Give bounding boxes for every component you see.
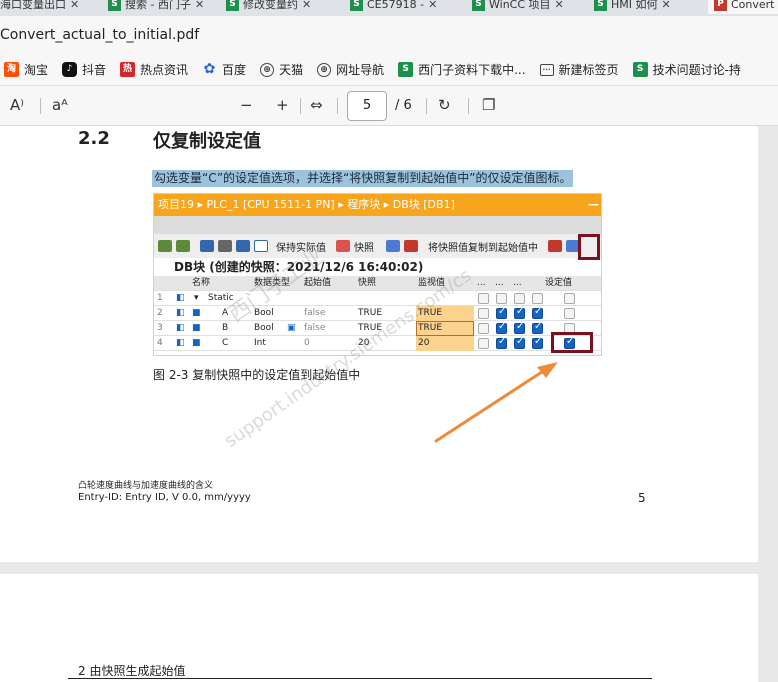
siemens-icon: S bbox=[350, 0, 363, 11]
favorite-label: 西门子资料下载中... bbox=[418, 63, 526, 77]
header-rule bbox=[68, 678, 652, 679]
toolbar-divider bbox=[426, 98, 427, 114]
favorite-label: 新建标签页 bbox=[558, 63, 619, 77]
favorite-item[interactable]: 淘淘宝 bbox=[4, 61, 48, 78]
zoom-in-button[interactable]: + bbox=[276, 96, 289, 114]
favorite-item[interactable]: S 西门子资料下载中... bbox=[398, 61, 526, 78]
favorite-item[interactable]: ··· 新建标签页 bbox=[539, 61, 619, 78]
news-icon: 热 bbox=[120, 62, 136, 77]
fit-width-button[interactable]: ⇔ bbox=[310, 96, 323, 114]
favorite-item[interactable]: 热热点资讯 bbox=[120, 61, 188, 78]
globe-icon: ⊕ bbox=[317, 62, 332, 77]
favorite-item[interactable]: S 技术问题讨论-持 bbox=[632, 61, 741, 78]
favorite-item[interactable]: ⊕ 天猫 bbox=[260, 61, 303, 78]
favorite-item[interactable]: ⊕ 网址导航 bbox=[317, 61, 384, 78]
siemens-icon: S bbox=[472, 0, 485, 11]
running-header: 2 由快照生成起始值 bbox=[78, 664, 186, 678]
browser-tab[interactable]: S HMI 如何 ✕ bbox=[594, 0, 671, 14]
close-icon[interactable]: ✕ bbox=[195, 0, 204, 11]
document-title-bar: Convert_actual_to_initial.pdf bbox=[0, 16, 778, 54]
page-view-button[interactable]: ❐ bbox=[482, 96, 495, 114]
favorite-label: 抖音 bbox=[82, 63, 107, 77]
close-icon[interactable]: ✕ bbox=[428, 0, 437, 11]
browser-tab[interactable]: S 搜索 - 西门子 ✕ bbox=[108, 0, 204, 14]
footer-entry-id: Entry-ID: Entry ID, V 0.0, mm/yyyy bbox=[78, 492, 251, 503]
text-options-button[interactable]: aᴬ bbox=[52, 96, 68, 114]
read-aloud-button[interactable]: A⁾ bbox=[10, 96, 24, 114]
favorite-label: 网址导航 bbox=[336, 63, 385, 77]
favorite-label: 淘宝 bbox=[24, 63, 49, 77]
newtab-icon: ··· bbox=[539, 63, 554, 76]
browser-tab[interactable]: S WinCC 项目 ✕ bbox=[472, 0, 564, 14]
pdf-page: 2 由快照生成起始值 bbox=[0, 574, 758, 682]
pdf-toolbar: A⁾ aᴬ − + ⇔ 5 / 6 ↻ ❐ bbox=[0, 86, 778, 126]
taobao-icon: 淘 bbox=[4, 62, 19, 77]
browser-tab-active[interactable]: P Convert bbox=[708, 0, 778, 14]
footer-title: 凸轮速度曲线与加速度曲线的含义 bbox=[78, 481, 214, 491]
pdf-viewer[interactable]: 2.2 仅复制设定值 勾选变量“C”的设定值选项，并选择“将快照复制到起始值中”… bbox=[0, 126, 778, 682]
siemens-icon: S bbox=[632, 62, 648, 77]
document-title: Convert_actual_to_initial.pdf bbox=[0, 27, 200, 43]
globe-icon: ⊕ bbox=[260, 62, 275, 77]
close-icon[interactable]: ✕ bbox=[555, 0, 564, 11]
tab-label: 海口变量出口 bbox=[0, 0, 66, 11]
tab-label: 搜索 - 西门子 bbox=[125, 0, 191, 11]
pdf-page: 2.2 仅复制设定值 勾选变量“C”的设定值选项，并选择“将快照复制到起始值中”… bbox=[0, 126, 758, 562]
favorite-label: 天猫 bbox=[279, 63, 304, 77]
close-icon[interactable]: ✕ bbox=[70, 0, 79, 11]
siemens-icon: S bbox=[226, 0, 239, 11]
tab-label: 修改变量约 bbox=[243, 0, 298, 11]
page-number-input[interactable]: 5 bbox=[347, 91, 387, 121]
siemens-icon: S bbox=[108, 0, 121, 11]
toolbar-divider bbox=[40, 98, 41, 114]
browser-tab[interactable]: S CE57918 - ✕ bbox=[350, 0, 437, 14]
browser-tab-strip: 海口变量出口 ✕ S 搜索 - 西门子 ✕ S 修改变量约 ✕ S CE57918 - ✕ S… bbox=[0, 0, 778, 16]
tab-label: WinCC 项目 bbox=[489, 0, 551, 11]
favorite-item[interactable]: ♪ 抖音 bbox=[62, 61, 106, 78]
browser-tab[interactable]: 海口变量出口 ✕ bbox=[0, 0, 79, 14]
favorite-label: 技术问题讨论-持 bbox=[652, 63, 741, 77]
siemens-icon: S bbox=[594, 0, 607, 11]
favorites-bar: 淘淘宝 ♪ 抖音 热热点资讯 ✿ 百度 ⊕ 天猫 ⊕ 网址导航 S 西门子资料下载中...… bbox=[0, 54, 778, 86]
page-total: / 6 bbox=[395, 98, 412, 113]
tab-label: CE57918 - bbox=[367, 0, 425, 11]
browser-tab[interactable]: S 修改变量约 ✕ bbox=[226, 0, 311, 14]
toolbar-divider bbox=[337, 98, 338, 114]
favorite-label: 百度 bbox=[222, 63, 247, 77]
close-icon[interactable]: ✕ bbox=[662, 0, 671, 11]
close-icon[interactable]: ✕ bbox=[302, 0, 311, 11]
pdf-icon: P bbox=[714, 0, 727, 11]
douyin-icon: ♪ bbox=[62, 62, 78, 77]
toolbar-divider bbox=[468, 98, 469, 114]
page-number: 5 bbox=[638, 491, 646, 505]
baidu-icon: ✿ bbox=[203, 61, 216, 77]
tab-label: HMI 如何 bbox=[611, 0, 658, 11]
tab-label: Convert bbox=[731, 0, 775, 11]
rotate-button[interactable]: ↻ bbox=[438, 96, 451, 114]
zoom-out-button[interactable]: − bbox=[240, 96, 253, 114]
favorite-label: 热点资讯 bbox=[140, 63, 189, 77]
favorite-item[interactable]: ✿ 百度 bbox=[202, 61, 246, 78]
siemens-icon: S bbox=[398, 62, 414, 77]
toolbar-divider bbox=[300, 98, 301, 114]
